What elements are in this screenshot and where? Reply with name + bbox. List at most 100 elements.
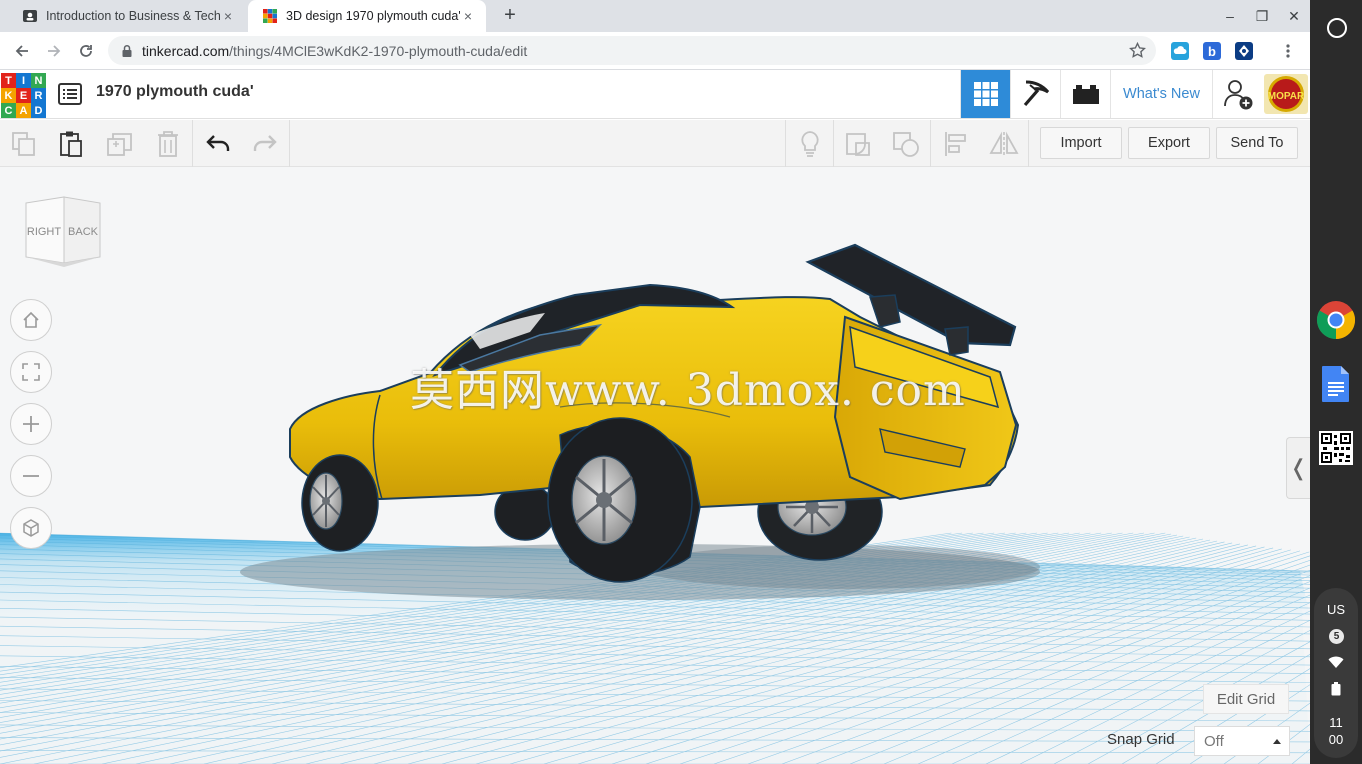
add-user-button[interactable]	[1212, 70, 1262, 118]
cloud-extension-icon[interactable]	[1171, 42, 1189, 60]
wifi-icon	[1328, 656, 1344, 668]
redo-button[interactable]	[241, 120, 288, 167]
tinkercad-header: T I N K E R C A D 1970 plymouth cuda' Wh…	[0, 70, 1310, 119]
tab-close-icon[interactable]: ×	[460, 8, 476, 24]
system-tray[interactable]: US 5 11 00	[1314, 588, 1358, 758]
avatar[interactable]: MOPAR	[1264, 74, 1308, 114]
cube-icon	[23, 519, 39, 537]
lightbulb-icon	[800, 130, 819, 157]
tab-close-icon[interactable]: ×	[220, 8, 236, 24]
tinkercad-favicon-icon	[263, 9, 277, 23]
logo-letter: R	[31, 88, 46, 103]
close-window-button[interactable]: ✕	[1278, 0, 1310, 32]
tinkercad-logo[interactable]: T I N K E R C A D	[1, 73, 46, 118]
qr-code-app-icon[interactable]	[1316, 428, 1356, 468]
watermark-text: 莫西网www. 3dmox. com	[410, 365, 966, 416]
undo-icon	[205, 134, 229, 151]
reload-icon	[80, 45, 92, 57]
fit-view-button[interactable]	[10, 351, 52, 393]
view-cube[interactable]: RIGHT BACK	[22, 195, 104, 269]
home-view-button[interactable]	[10, 299, 52, 341]
pickaxe-icon	[1023, 80, 1049, 107]
align-button[interactable]	[932, 120, 979, 167]
bookmark-star-icon[interactable]	[1129, 42, 1146, 59]
tab-tinkercad-design[interactable]: 3D design 1970 plymouth cuda' | ×	[248, 0, 486, 32]
lock-icon	[122, 44, 132, 57]
toolbar-divider	[192, 120, 193, 167]
delete-button[interactable]	[144, 120, 191, 167]
tab-introduction[interactable]: Introduction to Business & Techn ×	[8, 0, 246, 32]
duplicate-button[interactable]	[96, 120, 143, 167]
grid-view-icon	[973, 82, 998, 106]
workplane-viewport[interactable]: RIGHT BACK 莫西网www. 3dmox. com ❬ Edit Gri…	[0, 167, 1310, 764]
forward-button[interactable]	[40, 37, 68, 65]
view-cube-back-face[interactable]: BACK	[68, 226, 99, 238]
ungroup-button[interactable]	[882, 120, 929, 167]
chrome-app-icon[interactable]	[1316, 300, 1356, 340]
logo-letter: T	[1, 73, 16, 88]
notes-button[interactable]	[786, 120, 833, 167]
logo-letter: N	[31, 73, 46, 88]
browser-menu-button[interactable]	[1274, 37, 1302, 65]
diamond-extension-icon[interactable]	[1235, 42, 1253, 60]
zoom-in-button[interactable]	[10, 403, 52, 445]
minimize-button[interactable]: –	[1214, 0, 1246, 32]
toolbar-divider	[930, 120, 931, 167]
minecraft-view-button[interactable]	[1010, 70, 1060, 118]
tab-title: 3D design 1970 plymouth cuda' |	[286, 9, 460, 23]
copy-button[interactable]	[0, 120, 47, 167]
import-button[interactable]: Import	[1040, 127, 1122, 159]
browser-tab-strip: Introduction to Business & Techn × 3D de…	[0, 0, 1310, 32]
spoiler-mount	[944, 326, 969, 356]
reload-button[interactable]	[72, 37, 100, 65]
duplicate-icon	[106, 132, 132, 156]
3d-view-button[interactable]	[960, 70, 1010, 118]
whats-new-link[interactable]: What's New	[1110, 70, 1212, 118]
view-cube-right-face[interactable]: RIGHT	[27, 226, 62, 238]
snap-grid-value: Off	[1204, 732, 1224, 750]
notification-count-badge[interactable]: 5	[1329, 629, 1344, 644]
mirror-button[interactable]	[980, 120, 1027, 167]
os-shelf: US 5 11 00	[1310, 0, 1362, 764]
b-extension-icon[interactable]: b	[1203, 42, 1221, 60]
design-title[interactable]: 1970 plymouth cuda'	[96, 83, 254, 101]
clock[interactable]: 11 00	[1314, 714, 1358, 748]
export-button[interactable]: Export	[1128, 127, 1210, 159]
zoom-out-button[interactable]	[10, 455, 52, 497]
design-list-icon[interactable]	[58, 83, 82, 105]
brick-icon	[1072, 85, 1099, 104]
logo-letter: K	[1, 88, 16, 103]
perspective-toggle-button[interactable]	[10, 507, 52, 549]
google-docs-app-icon[interactable]	[1316, 364, 1356, 404]
shapes-panel-toggle[interactable]: ❬	[1286, 437, 1310, 499]
fit-to-view-icon	[22, 363, 40, 381]
bricks-view-button[interactable]	[1060, 70, 1110, 118]
edit-grid-button[interactable]: Edit Grid	[1203, 684, 1289, 714]
minus-icon	[23, 475, 39, 477]
browser-toolbar: tinkercad.com/things/4MClE3wKdK2-1970-pl…	[0, 32, 1310, 70]
back-button[interactable]	[8, 37, 36, 65]
clock-minute: 00	[1328, 732, 1344, 747]
paste-button[interactable]	[47, 120, 94, 167]
align-icon	[944, 131, 966, 156]
spoiler-mount	[868, 294, 901, 328]
toolbar-divider	[1028, 120, 1029, 167]
send-to-button[interactable]: Send To	[1216, 127, 1298, 159]
address-bar[interactable]: tinkercad.com/things/4MClE3wKdK2-1970-pl…	[108, 36, 1156, 65]
trash-icon	[157, 130, 178, 157]
3d-scene[interactable]	[0, 167, 1310, 764]
copy-icon	[11, 131, 35, 156]
snap-grid-select[interactable]: Off	[1194, 726, 1290, 756]
group-button[interactable]	[834, 120, 881, 167]
plus-icon	[23, 416, 39, 432]
undo-button[interactable]	[194, 120, 241, 167]
maximize-button[interactable]: ❐	[1246, 0, 1278, 32]
arrow-right-icon	[48, 45, 61, 57]
toolbar-divider	[289, 120, 290, 167]
new-tab-button[interactable]: +	[498, 4, 522, 28]
launcher-circle-icon[interactable]	[1327, 18, 1347, 38]
ungroup-icon	[892, 131, 919, 157]
screen: Introduction to Business & Techn × 3D de…	[0, 0, 1362, 764]
url-host: tinkercad.com	[142, 42, 230, 59]
ime-indicator[interactable]: US	[1314, 602, 1358, 617]
